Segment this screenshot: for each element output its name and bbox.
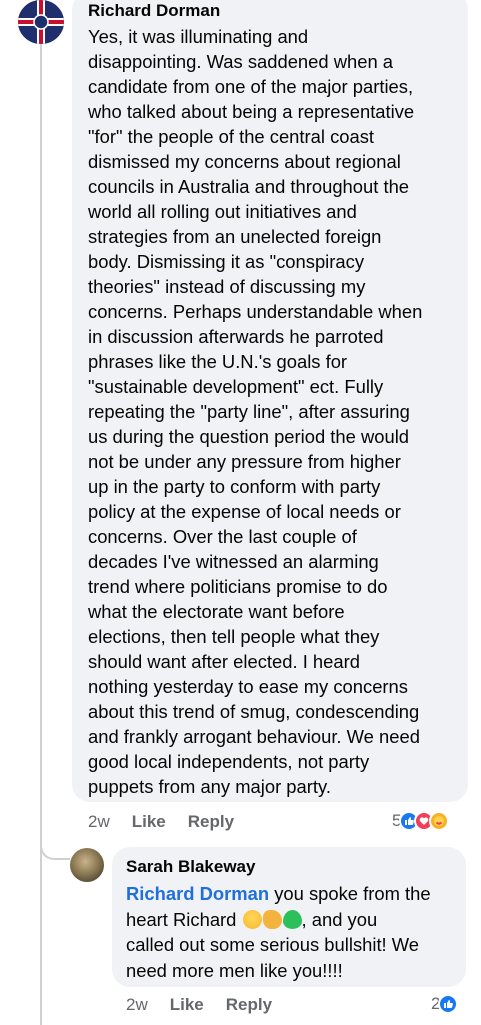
comment-text-line: world all rolling out initiatives and — [88, 201, 357, 222]
comment-text-line: nothing yesterday to ease my concerns — [88, 676, 408, 697]
comment-text-line: should want after elected. I heard — [88, 651, 360, 672]
comment-text-line: good local independents, not party — [88, 751, 370, 772]
comment-text: Yes, it was illuminating and disappointin… — [88, 24, 460, 799]
comment-text-line: puppets from any major party. — [88, 776, 331, 797]
comment-timestamp[interactable]: 2w — [88, 812, 110, 832]
comment-text-line: trend where politicians promise to do — [88, 576, 388, 597]
avatar[interactable] — [18, 0, 64, 44]
comment-text-line: concerns. Over the last couple of — [88, 526, 357, 547]
like-icon — [438, 994, 459, 1014]
reply-text-line: heart Richard — [126, 908, 237, 930]
thread-line — [40, 858, 42, 1025]
comment-text-line: candidate from one of the major parties, — [88, 76, 414, 97]
reaction-summary[interactable]: 5 — [392, 811, 450, 831]
comment-text-line: repeating the "party line", after assuri… — [88, 401, 410, 422]
comment-text-line: us during the question period the would — [88, 426, 410, 447]
reply-author[interactable]: Sarah Blakeway — [126, 857, 255, 877]
comment-text-line: and frankly arrogant behaviour. We need — [88, 726, 420, 747]
thread-connector — [40, 800, 70, 860]
comment-text-line: concerns. Perhaps understandable when — [88, 301, 423, 322]
reply-timestamp[interactable]: 2w — [126, 995, 148, 1015]
comment-text-line: in discussion afterwards he parroted — [88, 326, 384, 347]
comment-text-line: strategies from an unelected foreign — [88, 226, 382, 247]
reply-text-line: need more men like you!!!! — [126, 959, 343, 981]
care-icon — [429, 811, 450, 831]
reply-button[interactable]: Reply — [188, 812, 234, 832]
comment-text-line: decades I've witnessed an alarming — [88, 551, 379, 572]
comment-text-line: not be under any pressure from higher — [88, 451, 401, 472]
comment-text-line: theories" instead of discussing my — [88, 276, 366, 297]
comment-text-line: councils in Australia and throughout the — [88, 176, 410, 197]
reply-text-line: called out some serious bullshit! We — [126, 934, 420, 955]
comment-text-line: dismissed my concerns about regional — [88, 151, 401, 172]
reply-actions: 2w Like Reply — [126, 995, 294, 1015]
comment-text-line: elections, then tell people what they — [88, 626, 380, 647]
comment-text-line: policy at the expense of local needs or — [88, 501, 401, 522]
comment-text-line: "sustainable development" ect. Fully — [88, 376, 384, 397]
reaction-summary[interactable]: 2 — [431, 994, 459, 1014]
reply-text-line: you spoke from the — [269, 883, 431, 904]
comment-text-line: phrases like the U.N.'s goals for — [88, 351, 348, 372]
thread-line — [40, 44, 42, 914]
reply-text-line: , and you — [301, 908, 378, 930]
comment-actions: 2w Like Reply — [88, 812, 256, 832]
flexed-biceps-emoji — [262, 909, 282, 929]
reply-text: Richard Dorman you spoke from the heart … — [126, 881, 462, 983]
like-button[interactable]: Like — [170, 995, 204, 1015]
comment-text-line: disappointing. Was saddened when a — [88, 51, 394, 72]
reply-button[interactable]: Reply — [226, 995, 272, 1015]
comment-text-line: up in the party to conform with party — [88, 476, 381, 497]
comment-text-line: body. Dismissing it as "conspiracy — [88, 251, 365, 272]
comment-author[interactable]: Richard Dorman — [88, 1, 220, 21]
comment-text-line: Yes, it was illuminating and — [88, 26, 309, 47]
profile-picture — [18, 0, 64, 44]
comment-text-line: about this trend of smug, condescending — [88, 701, 420, 722]
comment-text-line: what the electorate want before — [88, 601, 345, 622]
green-heart-emoji — [282, 909, 302, 929]
mention-link[interactable]: Richard Dorman — [126, 883, 269, 904]
avatar[interactable] — [70, 848, 104, 882]
like-button[interactable]: Like — [132, 812, 166, 832]
comment-text-line: who talked about being a representative — [88, 101, 415, 122]
pleading-face-emoji — [242, 909, 262, 929]
comment-text-line: "for" the people of the central coast — [88, 126, 375, 147]
